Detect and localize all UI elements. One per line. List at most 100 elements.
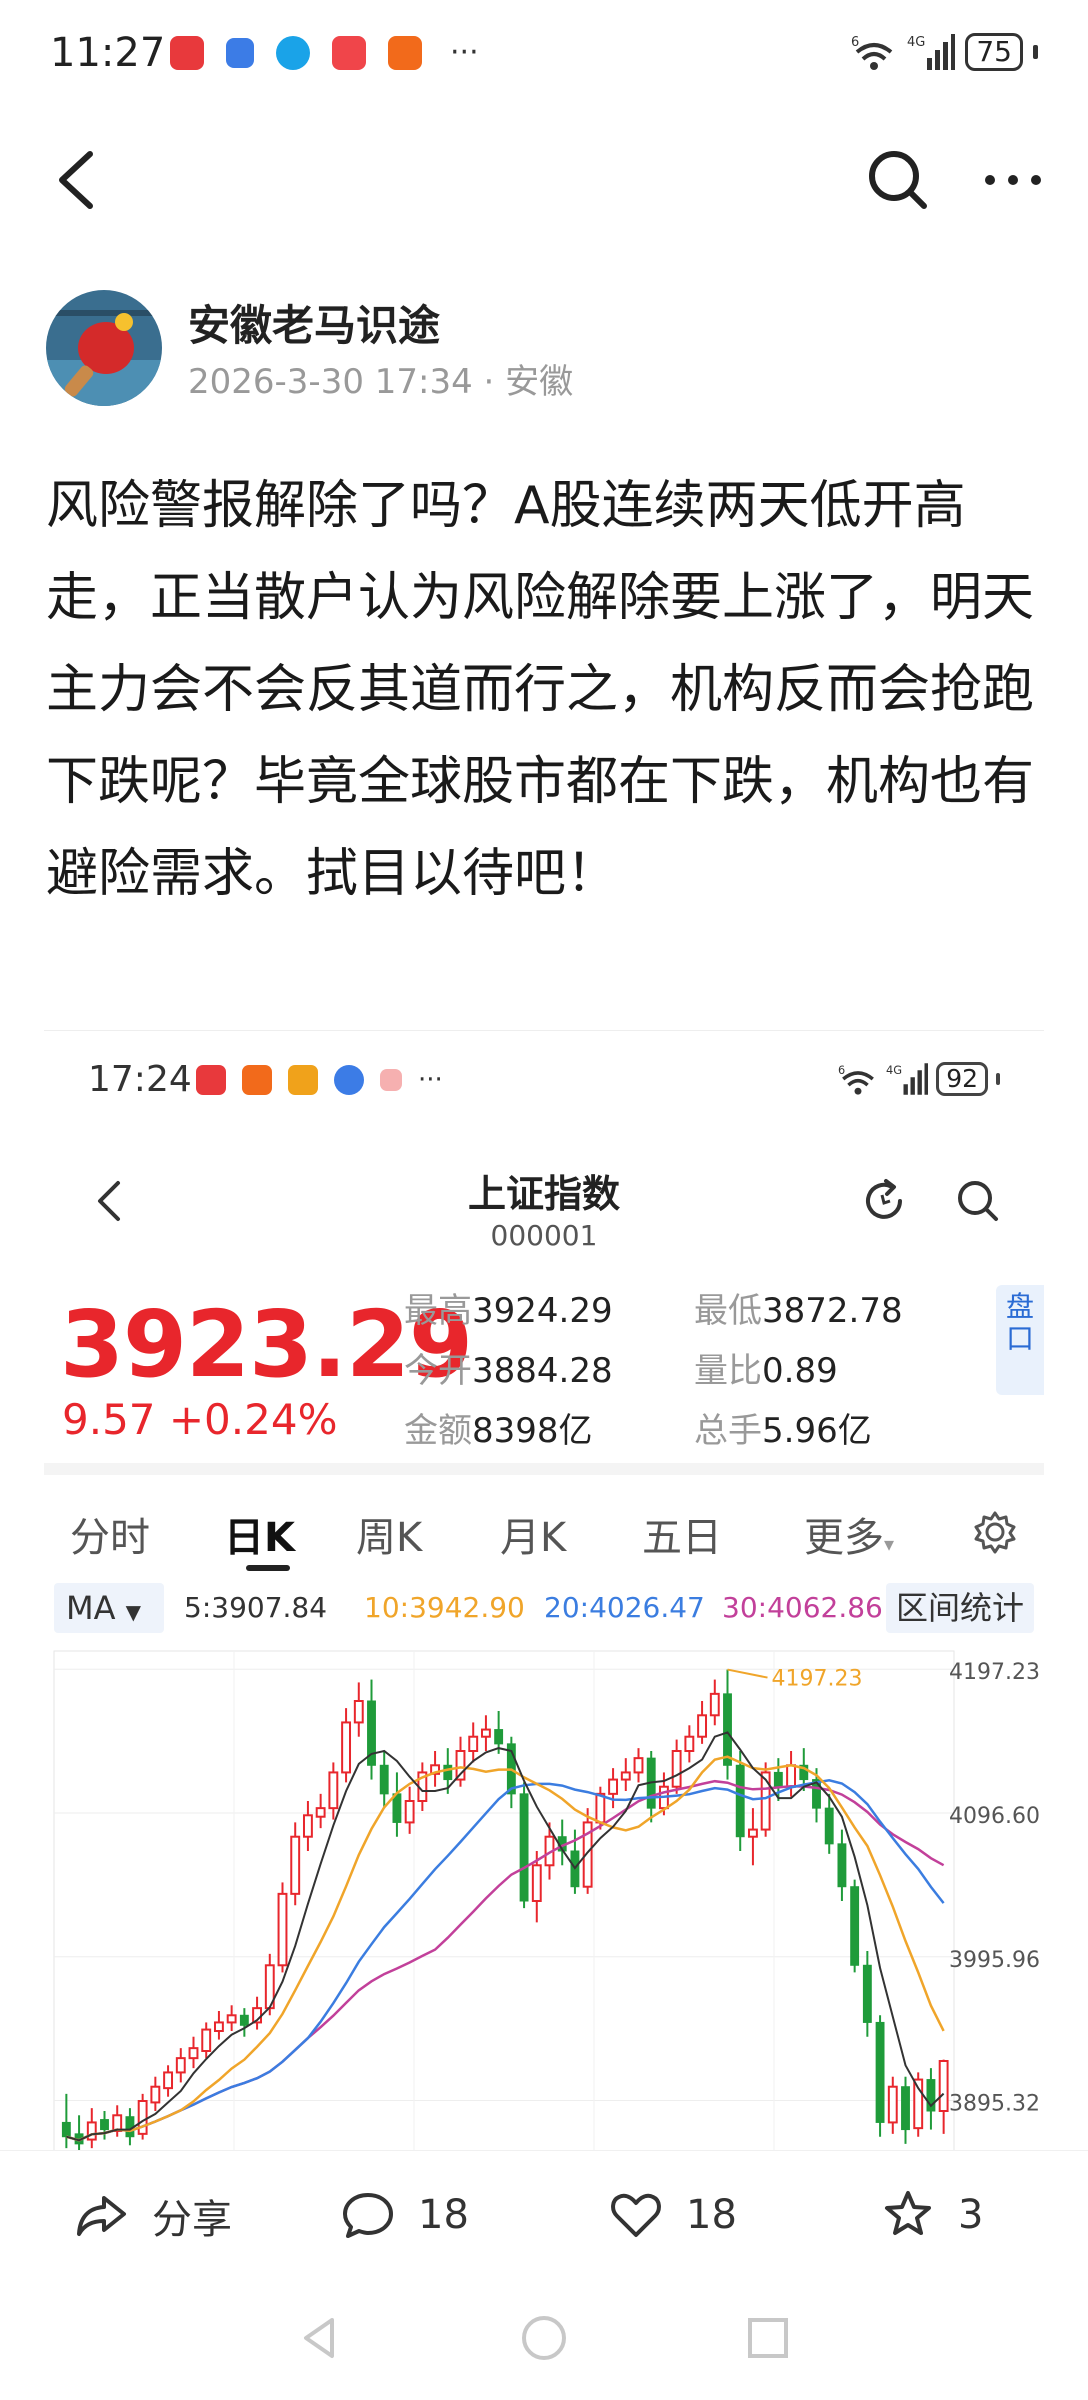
favorite-button[interactable]: 3 bbox=[880, 2187, 983, 2243]
gear-icon bbox=[974, 1511, 1016, 1554]
music-notification-icon bbox=[334, 1065, 364, 1095]
share-icon bbox=[77, 2196, 126, 2236]
comment-icon bbox=[343, 2193, 393, 2238]
share-button[interactable]: 分享 bbox=[74, 2187, 232, 2245]
range-stats-button: 区间统计 bbox=[885, 1583, 1034, 1633]
candle-body-down bbox=[519, 1793, 529, 1902]
refresh-icon bbox=[866, 1179, 902, 1219]
stat-high-label: 最高 bbox=[404, 1291, 472, 1331]
y-axis-tick-label: 3895.32 bbox=[949, 2092, 1040, 2117]
back-arrow-icon[interactable] bbox=[40, 140, 120, 220]
author-avatar[interactable] bbox=[46, 290, 162, 406]
app-notification-icon bbox=[242, 1065, 272, 1095]
notification-icons: ··· bbox=[170, 36, 479, 70]
battery-tip bbox=[996, 1073, 1000, 1085]
candle-body-down bbox=[723, 1693, 732, 1766]
chart-tabs: 分时 日K 周K 月K 五日 更多▾ bbox=[44, 1487, 1044, 1577]
candle-body-up bbox=[137, 2100, 148, 2135]
author-header: 安徽老马识途 2026-3-30 17:34 · 安徽 bbox=[46, 282, 1046, 412]
candle-body-down bbox=[875, 2021, 885, 2123]
stat-open-value: 3884.28 bbox=[472, 1351, 613, 1391]
more-options-icon[interactable] bbox=[968, 140, 1058, 220]
candle-body-up bbox=[671, 1750, 682, 1788]
chart-frame bbox=[53, 1650, 955, 2150]
candle-body-down bbox=[100, 2119, 109, 2131]
y-axis-tick-label: 4096.60 bbox=[949, 1804, 1040, 1829]
signal-icon: 4G bbox=[886, 1063, 929, 1095]
candle-body-up bbox=[608, 1778, 619, 1795]
stat-open: 今开3884.28 bbox=[404, 1343, 613, 1392]
candle-body-down bbox=[824, 1807, 834, 1845]
candle-body-up bbox=[468, 1735, 479, 1753]
ma20-value: 20:4026.47 bbox=[544, 1591, 705, 1624]
post-image[interactable]: 17:24 ··· 6 4G 92 上证指数 000001 3923.29 9.… bbox=[44, 1030, 1044, 2150]
stat-volume-ratio-value: 0.89 bbox=[762, 1351, 838, 1391]
image-status-time: 17:24 bbox=[88, 1059, 192, 1100]
candle-body-up bbox=[938, 2060, 949, 2112]
heart-icon bbox=[611, 2193, 661, 2237]
search-icon bbox=[958, 1181, 998, 1221]
battery-tip bbox=[1033, 45, 1038, 59]
stat-volume-ratio: 量比0.89 bbox=[694, 1343, 838, 1392]
tab-daily-k: 日K bbox=[224, 1515, 295, 1561]
stat-turnover: 总手5.96亿 bbox=[694, 1403, 872, 1452]
high-marker-line bbox=[727, 1668, 768, 1679]
battery-level: 75 bbox=[965, 33, 1023, 71]
more-notifications-icon: ··· bbox=[418, 1065, 443, 1095]
candle-body-up bbox=[684, 1735, 695, 1753]
like-button[interactable]: 18 bbox=[608, 2187, 737, 2243]
share-label: 分享 bbox=[152, 2197, 232, 2243]
tab-monthly-k: 月K bbox=[500, 1515, 567, 1561]
stat-high-value: 3924.29 bbox=[472, 1291, 613, 1331]
candle-body-up bbox=[341, 1721, 352, 1774]
candle-body-up bbox=[290, 1835, 301, 1895]
high-marker-label: 4197.23 bbox=[772, 1667, 863, 1692]
ma20-line bbox=[66, 1779, 945, 2142]
svg-text:6: 6 bbox=[838, 1064, 845, 1077]
active-tab-indicator bbox=[246, 1565, 290, 1571]
app-notification-icon bbox=[388, 36, 422, 70]
candle-body-down bbox=[443, 1764, 453, 1781]
svg-text:6: 6 bbox=[851, 35, 859, 50]
candle-body-up bbox=[226, 2014, 237, 2024]
app-notification-icon bbox=[288, 1065, 318, 1095]
app-notification-icon bbox=[332, 36, 366, 70]
wifi-icon: 6 bbox=[851, 35, 893, 70]
candle-body-up bbox=[531, 1864, 542, 1903]
tab-five-day: 五日 bbox=[642, 1515, 722, 1561]
image-notification-icons: ··· bbox=[196, 1065, 443, 1095]
candle-body-down bbox=[379, 1764, 389, 1795]
tab-more: 更多▾ bbox=[804, 1505, 894, 1563]
stat-low-label: 最低 bbox=[694, 1291, 762, 1331]
comment-button[interactable]: 18 bbox=[340, 2187, 469, 2243]
status-time: 11:27 bbox=[50, 30, 166, 76]
stat-high: 最高3924.29 bbox=[404, 1283, 613, 1332]
candle-body-up bbox=[633, 1757, 644, 1774]
candle-body-down bbox=[494, 1729, 504, 1745]
candle-body-down bbox=[392, 1793, 402, 1823]
status-bar: 11:27 ··· 6 4G 75 bbox=[0, 0, 1088, 110]
battery-level: 92 bbox=[936, 1062, 988, 1096]
y-axis-tick-label: 4197.23 bbox=[949, 1660, 1040, 1685]
nav-home-icon[interactable] bbox=[516, 2310, 572, 2366]
stat-amount: 金额8398亿 bbox=[404, 1403, 593, 1452]
candle-body-down bbox=[735, 1764, 745, 1838]
candle-body-up bbox=[353, 1700, 364, 1724]
stock-header: 上证指数 000001 bbox=[44, 1141, 1044, 1271]
nav-recents-icon[interactable] bbox=[740, 2310, 796, 2366]
stat-volume-ratio-label: 量比 bbox=[694, 1351, 762, 1391]
author-name[interactable]: 安徽老马识途 bbox=[188, 292, 440, 353]
candle-body-up bbox=[201, 2028, 212, 2053]
action-bar: 分享 18 18 3 bbox=[0, 2150, 1088, 2280]
dropdown-icon: ▼ bbox=[125, 1600, 142, 1624]
candle-body-up bbox=[302, 1814, 313, 1838]
candle-body-up bbox=[480, 1728, 491, 1738]
star-icon bbox=[885, 2191, 931, 2235]
candlestick-chart: 4197.23 4096.60 3995.96 3895.32 4197.23 bbox=[53, 1650, 1040, 2150]
nav-back-icon[interactable] bbox=[292, 2310, 348, 2366]
app-notification-icon bbox=[380, 1069, 402, 1091]
candle-body-down bbox=[61, 2121, 71, 2138]
search-icon[interactable] bbox=[858, 140, 938, 220]
signal-icon: 4G bbox=[907, 34, 956, 70]
image-status-right: 6 4G 92 bbox=[838, 1061, 1000, 1097]
